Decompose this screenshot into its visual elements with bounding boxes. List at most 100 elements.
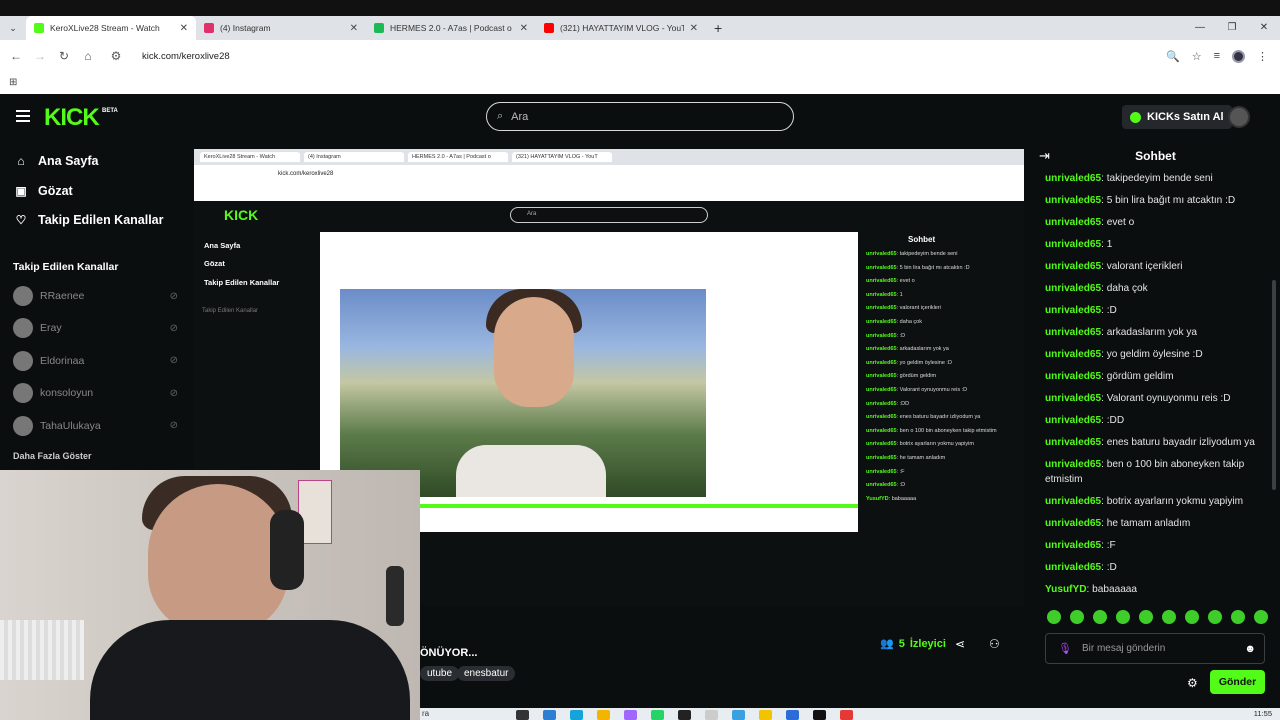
emoji-icon[interactable]: ☻ xyxy=(1244,643,1256,655)
chat-title: Sohbet xyxy=(1135,149,1176,163)
chat-username[interactable]: unrivaled65 xyxy=(1045,349,1101,360)
emote-icon[interactable] xyxy=(1208,610,1222,624)
sidebar-item-home[interactable]: ⌂ Ana Sayfa xyxy=(14,154,98,168)
collapse-chat-icon[interactable]: ⇥ xyxy=(1039,148,1050,164)
taskbar-app-icon[interactable] xyxy=(597,710,610,720)
emote-icon[interactable] xyxy=(1093,610,1107,624)
taskbar-app-icon[interactable] xyxy=(651,710,664,720)
taskbar-app-icon[interactable] xyxy=(624,710,637,720)
chat-username[interactable]: unrivaled65 xyxy=(1045,540,1101,551)
followed-channel[interactable]: konsoloyun ⊘ xyxy=(13,383,178,404)
chat-username[interactable]: unrivaled65 xyxy=(1045,305,1101,316)
close-tab-icon[interactable]: ✕ xyxy=(180,23,188,34)
followed-channel[interactable]: RRaenee ⊘ xyxy=(13,286,178,306)
chat-username[interactable]: unrivaled65 xyxy=(1045,562,1101,573)
forward-icon[interactable]: → xyxy=(28,49,52,63)
close-tab-icon[interactable]: ✕ xyxy=(690,23,698,34)
emote-icon[interactable] xyxy=(1116,610,1130,624)
minimize-icon[interactable]: — xyxy=(1184,16,1216,40)
browser-tab[interactable]: KeroXLive28 Stream - Watch ✕ xyxy=(26,16,196,40)
taskbar-app-icon[interactable] xyxy=(705,710,718,720)
close-tab-icon[interactable]: ✕ xyxy=(350,23,358,34)
chat-username[interactable]: unrivaled65 xyxy=(1045,415,1101,426)
emote-icon[interactable] xyxy=(1231,610,1245,624)
followed-channel[interactable]: Eldorinaa ⊘ xyxy=(13,350,178,371)
taskbar-app-icon[interactable] xyxy=(759,710,772,720)
chat-username[interactable]: unrivaled65 xyxy=(1045,173,1101,184)
add-friend-icon[interactable]: ⚇ xyxy=(989,637,1000,651)
reading-list-icon[interactable]: ≡ xyxy=(1214,50,1220,62)
menu-dots-icon[interactable]: ⋮ xyxy=(1257,50,1268,63)
chat-username[interactable]: unrivaled65 xyxy=(1045,283,1101,294)
inner-chat-message: unrivaled65: Valorant oynuyonmu reis :D xyxy=(866,386,968,393)
chat-username[interactable]: unrivaled65 xyxy=(1045,437,1101,448)
chat-message: unrivaled65: :DD xyxy=(1045,415,1125,426)
emote-icon[interactable] xyxy=(1185,610,1199,624)
reload-icon[interactable]: ↻ xyxy=(52,49,76,63)
zoom-icon[interactable]: 🔍 xyxy=(1166,50,1180,63)
search-input[interactable]: ⌕ Ara xyxy=(486,102,794,131)
apps-grid-icon[interactable]: ⊞ xyxy=(9,77,17,88)
emote-icon[interactable] xyxy=(1254,610,1268,624)
taskbar-app-icon[interactable] xyxy=(813,710,826,720)
sidebar-item-following[interactable]: ♡ Takip Edilen Kanallar xyxy=(14,213,164,227)
inner-chat-message: unrivaled65: :D xyxy=(866,482,906,489)
url-field[interactable]: kick.com/keroxlive28 xyxy=(142,51,1166,62)
chat-message-input[interactable]: 🎙 Bir mesaj gönderin ☻ xyxy=(1045,633,1265,664)
chat-username[interactable]: unrivaled65 xyxy=(1045,393,1101,404)
emote-icon[interactable] xyxy=(1162,610,1176,624)
close-tab-icon[interactable]: ✕ xyxy=(520,23,528,34)
chat-username[interactable]: unrivaled65 xyxy=(1045,496,1101,507)
chat-scrollbar[interactable] xyxy=(1272,280,1276,490)
restore-icon[interactable]: ❐ xyxy=(1216,16,1248,40)
chat-username[interactable]: unrivaled65 xyxy=(1045,261,1101,272)
close-window-icon[interactable]: ✕ xyxy=(1248,16,1280,40)
emote-icon[interactable] xyxy=(1139,610,1153,624)
kick-logo[interactable]: KICK BETA xyxy=(44,104,118,132)
share-icon[interactable]: ⋖ xyxy=(955,637,965,651)
taskbar-app-icon[interactable] xyxy=(678,710,691,720)
taskbar-search[interactable]: ra xyxy=(422,709,429,718)
emote-icon[interactable] xyxy=(1047,610,1061,624)
chat-username[interactable]: unrivaled65 xyxy=(1045,217,1101,228)
browser-tab[interactable]: (321) HAYATTAYIM VLOG - YouT ✕ xyxy=(536,16,706,40)
hamburger-menu-icon[interactable] xyxy=(16,110,30,122)
bookmark-star-icon[interactable]: ☆ xyxy=(1192,50,1202,63)
taskbar-app-icon[interactable] xyxy=(732,710,745,720)
show-more-link[interactable]: Daha Fazla Göster xyxy=(13,451,92,461)
stream-tag[interactable]: utube xyxy=(420,666,460,681)
taskbar-app-icon[interactable] xyxy=(786,710,799,720)
back-icon[interactable]: ← xyxy=(4,49,28,63)
stream-tag[interactable]: enesbatur xyxy=(457,666,516,681)
chat-username[interactable]: unrivaled65 xyxy=(1045,371,1101,382)
microphone-icon[interactable]: 🎙 xyxy=(1058,642,1072,655)
chat-username[interactable]: unrivaled65 xyxy=(1045,518,1101,529)
send-button[interactable]: Gönder xyxy=(1210,670,1265,694)
buy-kicks-button[interactable]: KICKs Satın Al xyxy=(1122,105,1232,129)
browser-tab[interactable]: HERMES 2.0 - A7as | Podcast o ✕ xyxy=(366,16,536,40)
chat-username[interactable]: YusufYD xyxy=(1045,584,1087,595)
chat-settings-icon[interactable]: ⚙ xyxy=(1187,676,1198,690)
home-icon[interactable]: ⌂ xyxy=(76,49,100,63)
user-avatar[interactable] xyxy=(1228,106,1250,128)
inner-url: kick.com/keroxlive28 xyxy=(278,171,334,177)
profile-avatar[interactable] xyxy=(1232,49,1245,63)
site-info-icon[interactable]: ⚙ xyxy=(104,49,128,63)
new-tab-button[interactable]: + xyxy=(706,20,730,36)
chat-header: ⇥ Sohbet xyxy=(1031,140,1280,172)
radiator xyxy=(0,620,84,680)
taskbar-app-icon[interactable] xyxy=(570,710,583,720)
followed-channel[interactable]: TahaUlukaya ⊘ xyxy=(13,415,178,436)
chat-username[interactable]: unrivaled65 xyxy=(1045,195,1101,206)
sidebar-item-browse[interactable]: ▣ Gözat xyxy=(14,184,72,198)
followed-channel[interactable]: Eray ⊘ xyxy=(13,318,178,339)
emote-icon[interactable] xyxy=(1070,610,1084,624)
taskbar-app-icon[interactable] xyxy=(840,710,853,720)
browser-tab[interactable]: (4) Instagram ✕ xyxy=(196,16,366,40)
chat-username[interactable]: unrivaled65 xyxy=(1045,459,1101,470)
chat-username[interactable]: unrivaled65 xyxy=(1045,239,1101,250)
tab-search-button[interactable]: ⌄ xyxy=(0,23,26,34)
chat-username[interactable]: unrivaled65 xyxy=(1045,327,1101,338)
taskbar-app-icon[interactable] xyxy=(543,710,556,720)
taskbar-app-icon[interactable] xyxy=(516,710,529,720)
